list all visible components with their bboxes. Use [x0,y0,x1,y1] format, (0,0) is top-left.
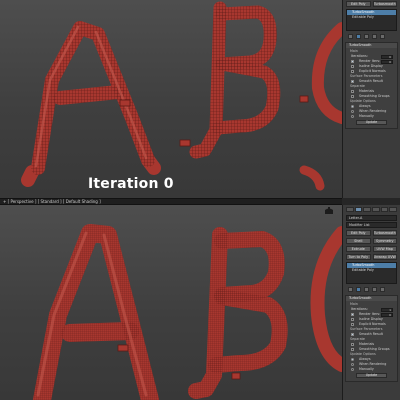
shell-button[interactable]: Shell [346,238,371,244]
manually-radio[interactable] [351,115,354,118]
unwrap-uvw-button[interactable]: Unwrap UVW [372,254,397,260]
show-end-result-icon[interactable] [356,287,361,292]
tab-create[interactable] [346,207,354,212]
turbosmooth-rollout: TurboSmooth Main Iterations: 1 Render It… [345,295,398,382]
tab-motion[interactable] [372,207,380,212]
iteration-label: Iteration 0 [88,176,174,192]
remove-modifier-icon[interactable] [372,34,377,39]
stack-item-editable-poly[interactable]: Editable Poly [347,15,396,20]
explicit-normals-checkbox[interactable] [351,70,354,73]
always-radio[interactable] [351,105,354,108]
render-iters-spinner[interactable]: 0 [381,59,393,64]
panel-divider [342,198,400,205]
materials-checkbox[interactable] [351,343,354,346]
tab-hierarchy[interactable] [363,207,372,212]
uvw-map-button[interactable]: UVW Map [372,246,397,252]
isoline-display-checkbox[interactable] [351,318,354,321]
command-panel-tabs [343,205,400,214]
letter-c-partial-bottom [310,226,342,372]
render-iters-checkbox[interactable] [351,60,354,63]
manually-label: Manually [359,367,374,371]
turbosmooth-button[interactable]: Turbosmooth [372,1,397,7]
symmetry-button[interactable]: Symmetry [372,238,397,244]
manually-radio[interactable] [351,368,354,371]
isoline-display-checkbox[interactable] [351,65,354,68]
letters-render-bottom [33,224,342,400]
tab-modify[interactable] [354,207,363,212]
iterations-spinner[interactable]: 0 [381,54,393,59]
rollout-header[interactable]: TurboSmooth [346,296,397,301]
always-radio[interactable] [351,358,354,361]
stack-tools [343,32,400,41]
letter-b-top [189,1,281,159]
turn-to-poly-button[interactable]: Turn to Poly [346,254,371,260]
edit-poly-button[interactable]: Edit Poly [346,1,371,7]
modifier-stack[interactable]: TurboSmooth Editable Poly [346,9,397,31]
turbosmooth-button[interactable]: Turbosmooth [372,230,397,236]
smooth-result-checkbox[interactable] [351,333,354,336]
configure-sets-icon[interactable] [380,34,385,39]
make-unique-icon[interactable] [364,34,369,39]
modifier-stack[interactable]: TurboSmooth Editable Poly [346,262,397,284]
viewport-bottom[interactable] [0,205,342,400]
show-end-result-icon[interactable] [356,34,361,39]
remove-modifier-icon[interactable] [372,287,377,292]
letter-b-bottom [188,227,288,399]
letters-render-top [21,1,342,191]
pin-stack-icon[interactable] [348,34,353,39]
update-button[interactable]: Update [356,373,387,378]
stack-item-editable-poly[interactable]: Editable Poly [347,268,396,273]
when-rendering-radio[interactable] [351,363,354,366]
render-iters-spinner[interactable]: 0 [381,312,393,317]
render-iters-checkbox[interactable] [351,313,354,316]
smooth-result-checkbox[interactable] [351,80,354,83]
edit-poly-button[interactable]: Edit Poly [346,230,371,236]
tab-display[interactable] [380,207,389,212]
turbosmooth-rollout: TurboSmooth Main Iterations: 0 Render It… [345,42,398,129]
viewport-top[interactable]: Iteration 0 [0,0,342,198]
extrude-button[interactable]: Extrude [346,246,371,252]
viewport-label-bar[interactable]: + [ Perspective ] [ Standard ] [ Default… [0,198,342,205]
command-panel-top: Edit Poly Turbosmooth TurboSmooth Editab… [342,0,400,198]
command-panel-bottom: Letter-A Modifier List Edit Poly Turbosm… [342,205,400,400]
letter-c-partial-top [299,22,342,191]
make-unique-icon[interactable] [364,287,369,292]
explicit-normals-checkbox[interactable] [351,323,354,326]
letter-a-top [21,21,161,187]
object-name-field[interactable]: Letter-A [346,215,397,221]
smoothing-groups-checkbox[interactable] [351,95,354,98]
update-button[interactable]: Update [356,120,387,125]
pin-stack-icon[interactable] [348,287,353,292]
iterations-spinner[interactable]: 1 [381,307,393,312]
materials-checkbox[interactable] [351,90,354,93]
teapot-icon[interactable] [322,206,336,216]
rollout-header[interactable]: TurboSmooth [346,43,397,48]
when-rendering-radio[interactable] [351,110,354,113]
configure-sets-icon[interactable] [380,287,385,292]
manually-label: Manually [359,114,374,118]
tab-utilities[interactable] [389,207,398,212]
stack-tools [343,285,400,294]
smoothing-groups-checkbox[interactable] [351,348,354,351]
letter-a-bottom [33,224,159,400]
modifier-list-dropdown[interactable]: Modifier List [346,222,397,228]
